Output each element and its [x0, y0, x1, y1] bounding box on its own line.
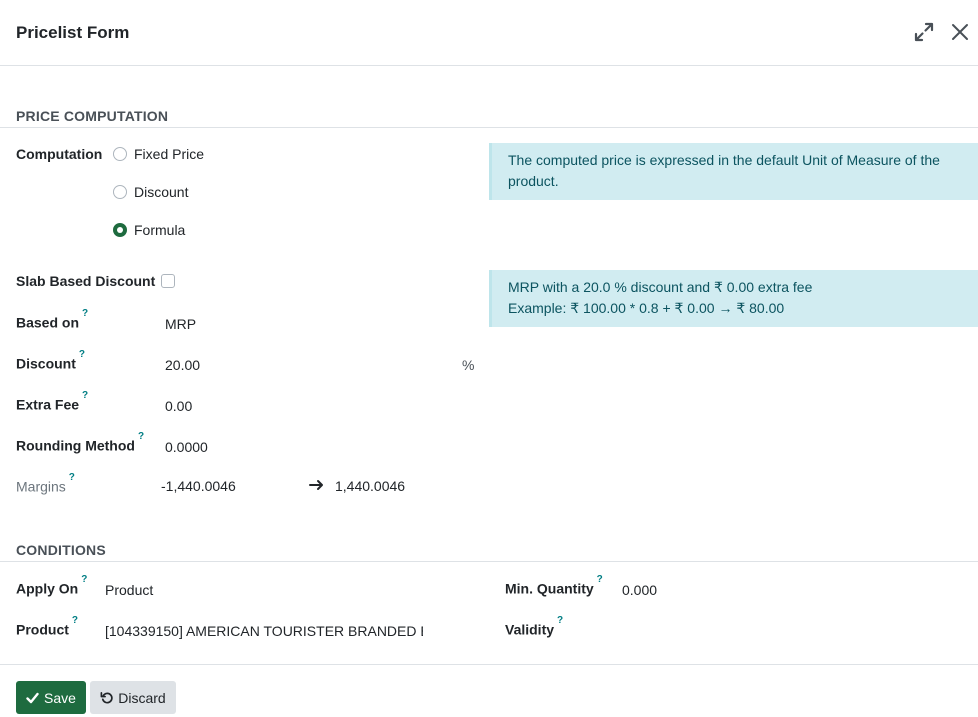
label-text: Rounding Method: [16, 437, 135, 454]
formula-info-line: MRP with a 20.0 % discount and ₹ 0.00 ex…: [508, 279, 813, 295]
product-label: Product?: [16, 615, 78, 638]
radio-label: Fixed Price: [134, 146, 205, 162]
slab-discount-label: Slab Based Discount: [16, 273, 156, 289]
close-icon[interactable]: [948, 20, 972, 44]
dialog-header: Pricelist Form: [0, 0, 978, 66]
formula-info-alert: MRP with a 20.0 % discount and ₹ 0.00 ex…: [489, 270, 978, 327]
label-text: Extra Fee: [16, 396, 80, 413]
help-icon[interactable]: ?: [82, 390, 88, 401]
undo-icon: [100, 691, 113, 704]
apply-on-select[interactable]: Product: [105, 582, 153, 598]
margin-min-input[interactable]: -1,440.0046: [161, 478, 236, 494]
help-icon[interactable]: ?: [69, 472, 75, 483]
help-icon[interactable]: ?: [72, 615, 78, 626]
margin-max-input[interactable]: 1,440.0046: [335, 478, 405, 494]
based-on-value[interactable]: MRP: [165, 316, 196, 332]
min-quantity-input[interactable]: 0.000: [622, 582, 657, 598]
margins-label: Margins?: [16, 472, 75, 495]
discount-input[interactable]: 20.00: [165, 357, 200, 373]
based-on-label: Based on?: [16, 308, 88, 331]
label-text: Discount: [16, 355, 76, 372]
extra-fee-input[interactable]: 0.00: [165, 398, 192, 414]
help-icon[interactable]: ?: [79, 349, 85, 360]
label-text: Apply On: [16, 580, 79, 597]
radio-label: Discount: [134, 184, 189, 200]
formula-example-line: Example: ₹ 100.00 * 0.8 + ₹ 0.00 → ₹ 80.…: [508, 300, 785, 316]
section-title-price-computation: PRICE COMPUTATION: [16, 108, 169, 124]
help-icon[interactable]: ?: [82, 308, 88, 319]
discount-label: Discount?: [16, 349, 85, 372]
label-text: Validity: [505, 621, 555, 638]
help-icon[interactable]: ?: [138, 431, 144, 442]
radio-button[interactable]: [113, 185, 127, 199]
dialog-title: Pricelist Form: [16, 23, 130, 42]
check-icon: [26, 692, 39, 704]
percent-sign: %: [462, 357, 475, 373]
section-divider: [0, 127, 978, 128]
label-text: Margins: [16, 478, 66, 495]
computation-label: Computation: [16, 146, 103, 162]
uom-info-alert: The computed price is expressed in the d…: [489, 143, 978, 200]
radio-formula[interactable]: Formula: [113, 222, 185, 238]
section-divider: [0, 561, 978, 562]
save-button[interactable]: Save: [16, 681, 86, 714]
help-icon[interactable]: ?: [81, 574, 87, 585]
label-text: Based on: [16, 314, 80, 331]
help-icon[interactable]: ?: [557, 615, 563, 626]
slab-discount-checkbox[interactable]: [161, 274, 175, 288]
rounding-method-label: Rounding Method?: [16, 431, 144, 454]
min-quantity-label: Min. Quantity?: [505, 574, 603, 597]
save-label: Save: [44, 689, 76, 706]
extra-fee-label: Extra Fee?: [16, 390, 88, 413]
radio-button-checked[interactable]: [113, 223, 127, 237]
expand-icon[interactable]: [912, 20, 936, 44]
arrow-right-icon: [309, 478, 325, 492]
discard-label: Discard: [118, 689, 166, 706]
discard-button[interactable]: Discard: [90, 681, 176, 714]
validity-label: Validity?: [505, 615, 563, 638]
label-text: Product: [16, 621, 69, 638]
radio-discount[interactable]: Discount: [113, 184, 188, 200]
radio-fixed-price[interactable]: Fixed Price: [113, 146, 204, 162]
product-input[interactable]: [104339150] AMERICAN TOURISTER BRANDED B…: [105, 623, 423, 639]
help-icon[interactable]: ?: [597, 574, 603, 585]
uom-info-text: The computed price is expressed in the d…: [508, 152, 940, 189]
label-text: Min. Quantity: [505, 580, 594, 597]
apply-on-label: Apply On?: [16, 574, 87, 597]
rounding-method-input[interactable]: 0.0000: [165, 439, 208, 455]
footer-divider: [0, 664, 978, 665]
section-title-conditions: CONDITIONS: [16, 542, 106, 558]
radio-button[interactable]: [113, 147, 127, 161]
radio-label: Formula: [134, 222, 186, 238]
